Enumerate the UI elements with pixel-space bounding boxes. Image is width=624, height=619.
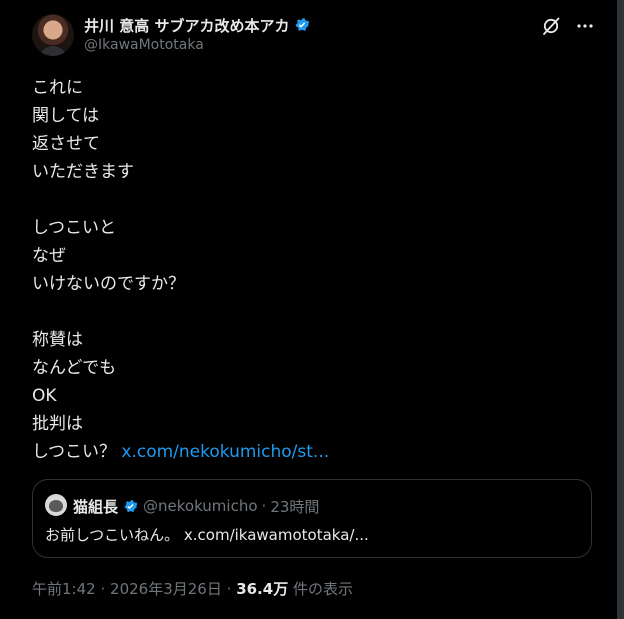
quote-author-avatar[interactable]: [45, 494, 67, 516]
author-avatar[interactable]: [32, 14, 74, 56]
scrollbar-track[interactable]: [617, 0, 624, 619]
tweet-line: 称賛は: [32, 330, 83, 350]
tweet-text: これに 関しては 返させて いただきます しつこいと なぜ いけないのですか？ …: [32, 74, 592, 466]
tweet-line: いただきます: [32, 162, 134, 182]
tweet-link[interactable]: x.com/nekokumicho/st...: [121, 442, 329, 462]
author-display-name[interactable]: 井川 意高 サブアカ改め本アカ: [84, 15, 289, 36]
post-time[interactable]: 午前1:42: [32, 580, 96, 598]
quote-header: 猫組長 @nekokumicho · 23時間: [73, 496, 319, 516]
quote-separator: ·: [261, 497, 267, 515]
quote-body: お前しつこいねん。: [45, 526, 180, 544]
quote-text: お前しつこいねん。 x.com/ikawamototaka/...: [45, 524, 369, 545]
tweet-line: 批判は: [32, 414, 83, 434]
footer-separator: ·: [100, 580, 106, 598]
avatar-shoulders: [39, 46, 67, 56]
view-count-label: 件の表示: [292, 580, 353, 598]
quote-author-name[interactable]: 猫組長: [73, 496, 118, 517]
tweet-line: なぜ: [32, 246, 66, 266]
tweet-line: なんどでも: [32, 358, 117, 378]
tweet-last-line: しつこい？ x.com/nekokumicho/st...: [32, 438, 592, 466]
author-name-line[interactable]: 井川 意高 サブアカ改め本アカ: [84, 15, 311, 35]
footer-separator: ·: [226, 580, 232, 598]
quote-handle[interactable]: @nekokumicho: [143, 497, 258, 515]
tweet-footer: 午前1:42 · 2026年3月26日 · 36.4万 件の表示: [32, 578, 353, 599]
view-count[interactable]: 36.4万: [236, 580, 288, 598]
author-handle[interactable]: @IkawaMototaka: [84, 37, 204, 53]
tweet-line: 返させて: [32, 134, 100, 154]
quoted-tweet-card[interactable]: 猫組長 @nekokumicho · 23時間 お前しつこいねん。 x.com/…: [32, 479, 592, 558]
post-date[interactable]: 2026年3月26日: [110, 580, 222, 598]
verified-badge-icon[interactable]: [122, 498, 139, 515]
tweet-line: これに: [32, 78, 83, 98]
tweet-line: 関しては: [32, 106, 100, 126]
tweet-last-line-text: しつこい？: [32, 442, 116, 462]
verified-badge-icon[interactable]: [293, 16, 311, 34]
quote-time[interactable]: 23時間: [270, 496, 319, 517]
tweet-header: 井川 意高 サブアカ改め本アカ @IkawaMototaka: [32, 14, 595, 58]
more-options-icon[interactable]: [575, 16, 595, 36]
tweet-line: OK: [32, 386, 57, 406]
tweet-line: いけないのですか？: [32, 274, 185, 294]
quote-link[interactable]: x.com/ikawamototaka/...: [184, 526, 369, 544]
cat-avatar-icon: [49, 500, 63, 512]
grok-icon[interactable]: [541, 16, 561, 36]
tweet-line: しつこいと: [32, 218, 116, 238]
